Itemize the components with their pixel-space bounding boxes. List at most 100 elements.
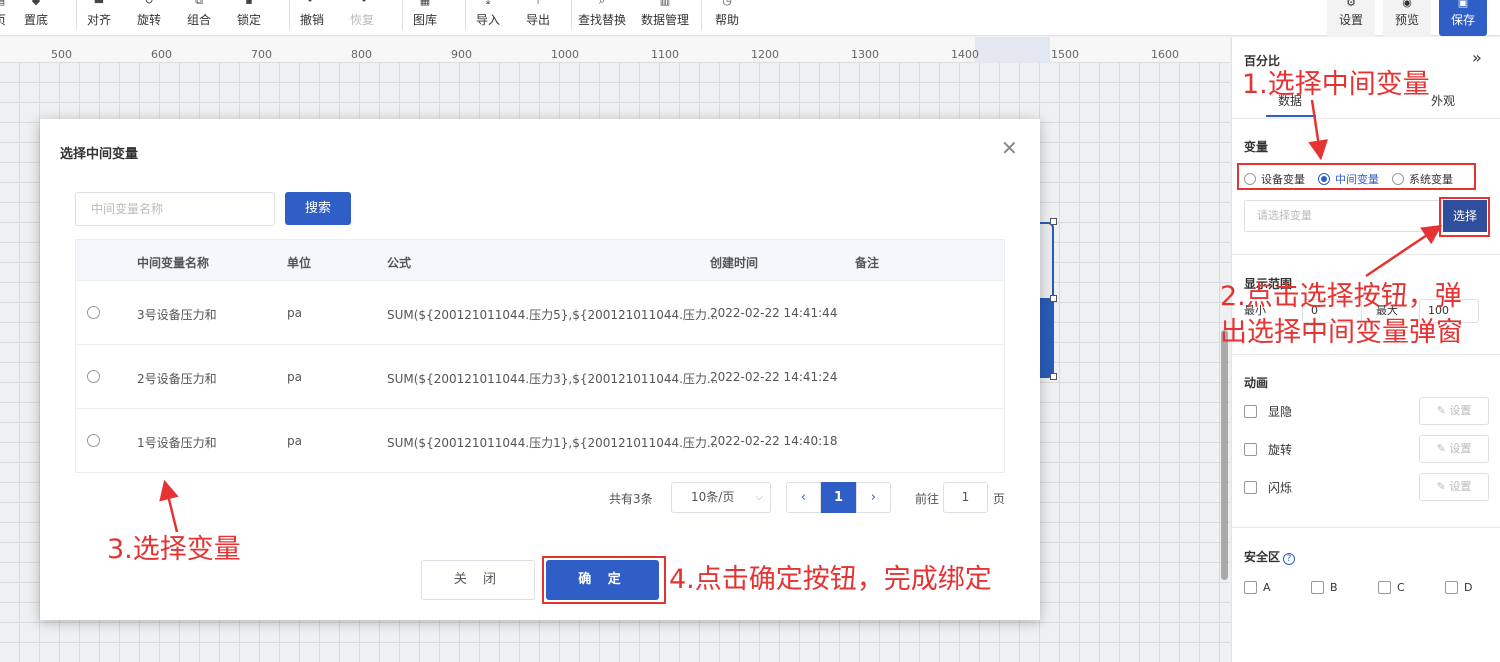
safe-b-checkbox[interactable] bbox=[1311, 580, 1324, 594]
toolbar-find-replace-button[interactable]: ⌕ 查找替换 bbox=[578, 0, 626, 36]
column-header-name: 中间变量名称 bbox=[137, 256, 210, 270]
annotation-radio-highlight bbox=[1237, 163, 1476, 190]
preview-button[interactable]: ◉ 预览 bbox=[1383, 0, 1431, 36]
divider bbox=[1232, 354, 1500, 355]
cell-created: 2022-02-22 14:41:44 bbox=[710, 306, 838, 320]
horizontal-ruler: 500 600 700 800 900 1000 1100 1200 1300 1400 1500 1… bbox=[0, 37, 1230, 63]
annotation-step2-line2: 出选择中间变量弹窗 bbox=[1220, 317, 1463, 348]
data-manage-icon: ▥ bbox=[659, 0, 671, 7]
safe-d-checkbox[interactable] bbox=[1445, 580, 1458, 594]
resize-handle[interactable] bbox=[1050, 373, 1057, 380]
preview-label: 预览 bbox=[1394, 13, 1419, 27]
search-button[interactable]: 搜索 bbox=[285, 192, 351, 225]
show-hide-setting-button[interactable]: ✎ 设置 bbox=[1419, 397, 1489, 425]
toolbar-group-button[interactable]: ⧉ 组合 bbox=[187, 0, 211, 36]
cell-unit: pa bbox=[287, 306, 302, 320]
toolbar-item-label: 组合 bbox=[187, 13, 212, 27]
cell-created: 2022-02-22 14:40:18 bbox=[710, 434, 838, 448]
page-icon: ▤ bbox=[0, 0, 8, 7]
next-page-button[interactable]: › bbox=[856, 482, 891, 513]
toolbar-import-button[interactable]: ⤓ 导入 bbox=[476, 0, 500, 36]
safe-a-checkbox[interactable] bbox=[1244, 580, 1257, 594]
goto-page-input[interactable]: 1 bbox=[943, 482, 988, 513]
blink-setting-button[interactable]: ✎ 设置 bbox=[1419, 473, 1489, 501]
toolbar-undo-button[interactable]: ↶ 撤销 bbox=[300, 0, 324, 36]
ruler-tick-label: 1500 bbox=[1051, 48, 1079, 61]
toolbar-item-label: 图库 bbox=[413, 13, 438, 27]
variable-select-input[interactable]: 请选择变量 bbox=[1244, 200, 1442, 232]
toolbar-item-label: 查找替换 bbox=[578, 13, 627, 27]
close-icon[interactable]: ✕ bbox=[1001, 136, 1018, 160]
column-header-formula: 公式 bbox=[387, 256, 412, 270]
save-button[interactable]: ▣ 保存 bbox=[1439, 0, 1487, 36]
safe-c-checkbox[interactable] bbox=[1378, 580, 1391, 594]
cell-formula: SUM(${200121011044.压力3},${200121011044.压… bbox=[387, 372, 719, 386]
blink-checkbox[interactable] bbox=[1244, 480, 1257, 494]
cell-formula: SUM(${200121011044.压力5},${200121011044.压… bbox=[387, 308, 719, 322]
settings-button[interactable]: ⚙ 设置 bbox=[1327, 0, 1375, 36]
prev-page-button[interactable]: ‹ bbox=[786, 482, 821, 513]
safe-c-label: C bbox=[1397, 580, 1405, 594]
edit-icon: ✎ bbox=[1436, 442, 1450, 455]
ruler-tick-label: 1000 bbox=[551, 48, 579, 61]
save-label: 保存 bbox=[1450, 13, 1475, 27]
toolbar-item-label: 旋转 bbox=[137, 13, 162, 27]
collapse-panel-icon[interactable]: » bbox=[1472, 48, 1482, 67]
show-hide-checkbox[interactable] bbox=[1244, 404, 1257, 418]
toolbar-item-label: 撤销 bbox=[300, 13, 325, 27]
table-row[interactable]: 1号设备压力和 pa SUM(${200121011044.压力1},${200… bbox=[76, 409, 1004, 473]
canvas-scrollbar[interactable] bbox=[1221, 330, 1228, 580]
row-select-radio[interactable] bbox=[87, 434, 100, 447]
toolbar-export-button[interactable]: ⤒ 导出 bbox=[526, 0, 550, 36]
row-select-radio[interactable] bbox=[87, 306, 100, 319]
rotate-setting-button[interactable]: ✎ 设置 bbox=[1419, 435, 1489, 463]
toolbar-rotate-button[interactable]: ↻ 旋转 bbox=[137, 0, 161, 36]
toolbar-send-to-back-button[interactable]: ◆ 置底 bbox=[24, 0, 48, 36]
resize-handle[interactable] bbox=[1050, 218, 1057, 225]
table-row[interactable]: 3号设备压力和 pa SUM(${200121011044.压力5},${200… bbox=[76, 281, 1004, 345]
toolbar-separator bbox=[76, 0, 77, 30]
question-icon[interactable]: ? bbox=[1283, 553, 1296, 565]
canvas-widget-top bbox=[1040, 222, 1054, 300]
page-button-current[interactable]: 1 bbox=[821, 482, 856, 513]
resize-handle[interactable] bbox=[1050, 295, 1057, 302]
divider bbox=[1232, 118, 1500, 119]
annotation-step2-line1: 2.点击选择按钮，弹 bbox=[1220, 281, 1462, 312]
ruler-tick-label: 1200 bbox=[751, 48, 779, 61]
rotate-checkbox[interactable] bbox=[1244, 442, 1257, 456]
toolbar-separator bbox=[289, 0, 290, 30]
toolbar-help-button[interactable]: ◷ 帮助 bbox=[715, 0, 739, 36]
safe-zone-section-label: 安全区? bbox=[1244, 548, 1296, 565]
export-icon: ⤒ bbox=[535, 0, 541, 7]
rotate-label: 旋转 bbox=[1268, 442, 1293, 457]
chevron-left-icon: ‹ bbox=[800, 490, 807, 505]
toolbar-data-manage-button[interactable]: ▥ 数据管理 bbox=[641, 0, 689, 36]
toolbar-item-label: 导入 bbox=[476, 13, 501, 27]
active-tab-indicator bbox=[1266, 115, 1316, 117]
properties-panel: 百分比 » 数据 外观 变量 设备变量 中间变量 系统变量 请选择变量 选择 显… bbox=[1231, 37, 1500, 662]
toolbar-redo-button[interactable]: ↷ 恢复 bbox=[350, 0, 374, 36]
safe-zone-options: A B C D bbox=[1244, 579, 1489, 595]
toolbar-lock-button[interactable]: ▪ 锁定 bbox=[237, 0, 261, 36]
cell-name: 1号设备压力和 bbox=[137, 436, 217, 450]
ruler-tick-label: 600 bbox=[151, 48, 172, 61]
annotation-step1: 1.选择中间变量 bbox=[1242, 69, 1430, 100]
annotation-confirm-highlight bbox=[542, 556, 666, 604]
table-row[interactable]: 2号设备压力和 pa SUM(${200121011044.压力3},${200… bbox=[76, 345, 1004, 409]
toolbar-item-label: 恢复 bbox=[350, 13, 375, 27]
variable-name-search-input[interactable]: 中间变量名称 bbox=[75, 192, 275, 226]
close-button[interactable]: 关 闭 bbox=[421, 560, 535, 600]
toolbar-gallery-button[interactable]: ▦ 图库 bbox=[413, 0, 437, 36]
row-select-radio[interactable] bbox=[87, 370, 100, 383]
toolbar-align-button[interactable]: ▬ 对齐 bbox=[87, 0, 111, 36]
annotation-select-button-highlight bbox=[1439, 197, 1490, 237]
edit-icon: ✎ bbox=[1436, 480, 1450, 493]
page-size-select[interactable]: 10条/页 ⌵ bbox=[671, 482, 771, 513]
cell-formula: SUM(${200121011044.压力1},${200121011044.压… bbox=[387, 436, 719, 450]
toolbar-item-label: 数据管理 bbox=[641, 13, 690, 27]
toolbar-page-button[interactable]: ▤页 bbox=[0, 0, 6, 36]
toolbar-separator bbox=[465, 0, 466, 30]
column-header-created: 创建时间 bbox=[710, 256, 759, 270]
tab-appearance[interactable]: 外观 bbox=[1431, 92, 1455, 109]
animation-blink-row: 闪烁 ✎ 设置 bbox=[1244, 472, 1489, 502]
